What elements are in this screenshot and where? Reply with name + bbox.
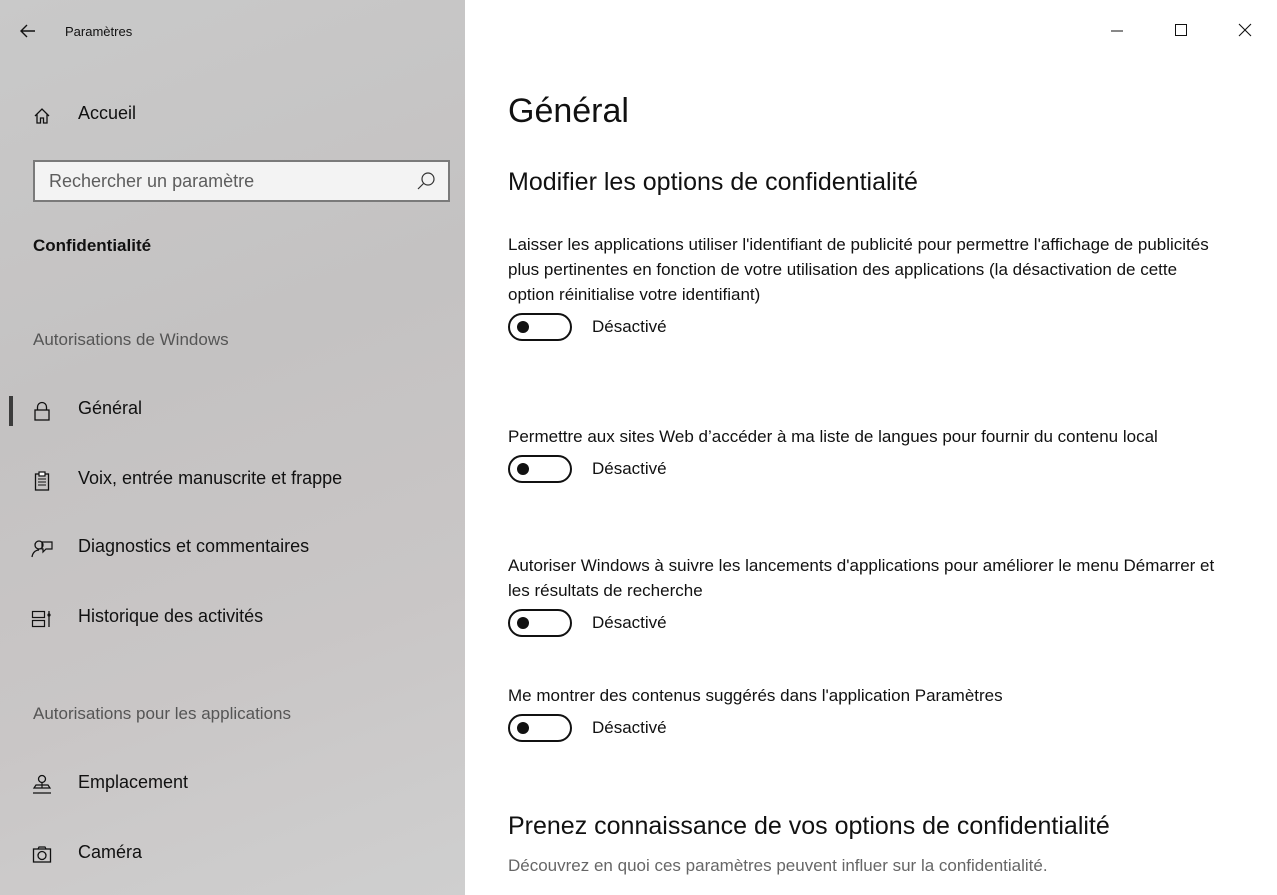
sidebar-item-voice[interactable]: Voix, entrée manuscrite et frappe [0, 458, 465, 502]
toggle-knob [517, 321, 529, 333]
page-title: Général [508, 92, 629, 130]
minimize-icon [1111, 30, 1123, 32]
sidebar-item-label: Voix, entrée manuscrite et frappe [78, 468, 343, 488]
search-box[interactable] [33, 160, 450, 202]
toggle-state-label: Désactivé [592, 613, 667, 632]
sidebar-item-label: Emplacement [78, 772, 189, 792]
toggle-knob [517, 722, 529, 734]
toggle-row: Désactivé [508, 313, 1228, 341]
back-arrow-icon [20, 24, 35, 38]
section-description: Découvrez en quoi ces paramètres peuvent… [508, 856, 1048, 875]
option-app-launch-tracking: Autoriser Windows à suivre les lancement… [508, 553, 1228, 637]
nav-home[interactable]: Accueil [0, 96, 465, 136]
sidebar-item-label: Historique des activités [78, 606, 264, 626]
clipboard-icon [30, 469, 54, 493]
settings-window: Paramètres Accueil Confidentialité Autor… [0, 0, 1277, 895]
search-input[interactable] [35, 162, 405, 200]
option-advertising-id: Laisser les applications utiliser l'iden… [508, 232, 1228, 341]
section-heading-learn: Prenez connaissance de vos options de co… [508, 812, 1110, 840]
option-language-list: Permettre aux sites Web d’accéder à ma l… [508, 424, 1228, 483]
toggle-knob [517, 463, 529, 475]
toggle-state-label: Désactivé [592, 317, 667, 336]
option-text: Permettre aux sites Web d’accéder à ma l… [508, 427, 1158, 446]
close-icon [1238, 23, 1252, 37]
sidebar-item-general[interactable]: Général [0, 388, 465, 432]
toggle-row: Désactivé [508, 714, 1228, 742]
back-button[interactable] [20, 16, 50, 46]
toggle-row: Désactivé [508, 455, 1228, 483]
option-suggested-content: Me montrer des contenus suggérés dans l'… [508, 683, 1228, 742]
main-content: Général Modifier les options de confiden… [465, 0, 1277, 895]
sidebar-item-label: Général [78, 398, 143, 418]
sidebar: Paramètres Accueil Confidentialité Autor… [0, 0, 465, 895]
toggle-switch[interactable] [508, 455, 572, 483]
option-text: Me montrer des contenus suggérés dans l'… [508, 686, 1003, 705]
feedback-icon [30, 537, 54, 561]
camera-icon [30, 843, 54, 867]
sidebar-item-label: Diagnostics et commentaires [78, 536, 310, 556]
toggle-state-label: Désactivé [592, 718, 667, 737]
group-header-windows: Autorisations de Windows [33, 330, 229, 349]
timeline-icon [30, 607, 54, 631]
home-icon [30, 104, 54, 128]
maximize-button[interactable] [1149, 0, 1213, 60]
toggle-switch[interactable] [508, 714, 572, 742]
search-icon[interactable] [416, 171, 436, 191]
group-header-apps: Autorisations pour les applications [33, 704, 291, 723]
toggle-state-label: Désactivé [592, 459, 667, 478]
sidebar-item-label: Caméra [78, 842, 143, 862]
close-button[interactable] [1213, 0, 1277, 60]
location-icon [30, 773, 54, 797]
titlebar: Paramètres [0, 0, 465, 64]
toggle-switch[interactable] [508, 313, 572, 341]
sidebar-item-camera[interactable]: Caméra [0, 832, 465, 876]
sidebar-item-diagnostics[interactable]: Diagnostics et commentaires [0, 526, 465, 570]
maximize-icon [1175, 24, 1187, 36]
lock-icon [30, 399, 54, 423]
active-indicator [9, 396, 13, 426]
nav-home-label: Accueil [78, 103, 137, 123]
sidebar-item-activity[interactable]: Historique des activités [0, 596, 465, 640]
toggle-knob [517, 617, 529, 629]
option-text: Laisser les applications utiliser l'iden… [508, 235, 1209, 304]
section-heading-modify: Modifier les options de confidentialité [508, 168, 918, 196]
sidebar-item-location[interactable]: Emplacement [0, 762, 465, 806]
option-text: Autoriser Windows à suivre les lancement… [508, 556, 1215, 600]
minimize-button[interactable] [1085, 0, 1149, 60]
app-title: Paramètres [65, 24, 133, 39]
toggle-row: Désactivé [508, 609, 1228, 637]
window-controls [1085, 0, 1277, 60]
toggle-switch[interactable] [508, 609, 572, 637]
section-title: Confidentialité [33, 236, 152, 255]
